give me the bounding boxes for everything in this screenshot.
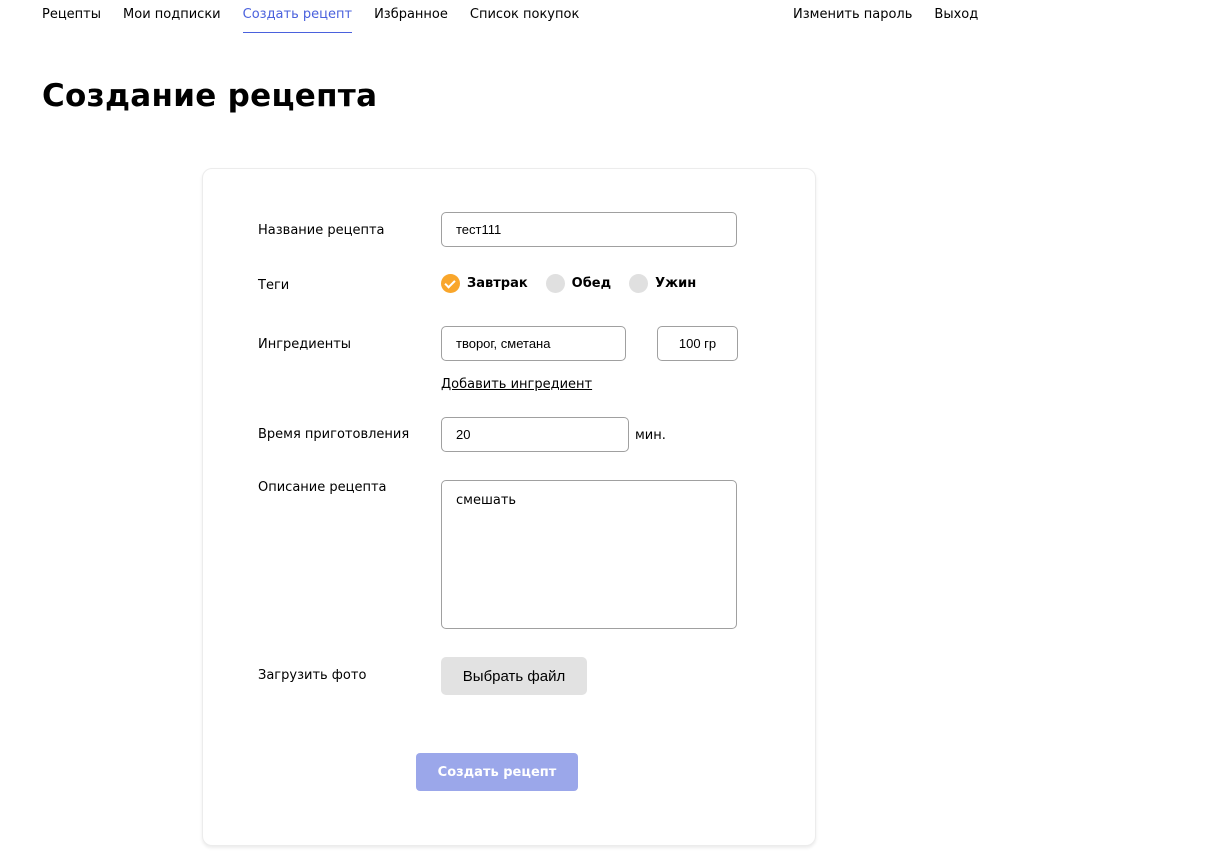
tags-label: Теги bbox=[258, 278, 290, 293]
checkbox-unchecked-icon bbox=[545, 274, 565, 293]
recipe-name-label: Название рецепта bbox=[258, 223, 385, 238]
ingredient-amount-input[interactable] bbox=[657, 326, 738, 361]
add-ingredient-link[interactable]: Добавить ингредиент bbox=[441, 377, 592, 392]
tag-lunch-label: Обед bbox=[571, 276, 612, 291]
tag-dinner-label: Ужин bbox=[655, 276, 697, 291]
main-menu: Рецепты Мои подписки Создать рецепт Избр… bbox=[42, 7, 579, 33]
checkbox-checked-icon bbox=[441, 274, 460, 293]
upload-photo-label: Загрузить фото bbox=[258, 668, 367, 683]
nav-subscriptions[interactable]: Мои подписки bbox=[123, 7, 221, 33]
tag-breakfast[interactable]: Завтрак bbox=[441, 274, 528, 293]
account-menu: Изменить пароль Выход bbox=[793, 7, 978, 32]
description-textarea[interactable]: смешать bbox=[441, 480, 737, 629]
nav-favorites[interactable]: Избранное bbox=[374, 7, 448, 33]
recipe-form-card: Название рецепта Теги Завтрак Обед Ужин … bbox=[202, 168, 816, 846]
description-label: Описание рецепта bbox=[258, 480, 387, 495]
ingredients-label: Ингредиенты bbox=[258, 337, 352, 352]
tag-dinner[interactable]: Ужин bbox=[629, 274, 696, 293]
ingredient-name-input[interactable] bbox=[441, 326, 626, 361]
recipe-name-input[interactable] bbox=[441, 212, 737, 247]
cooking-time-unit: мин. bbox=[635, 428, 666, 443]
tag-breakfast-label: Завтрак bbox=[467, 276, 528, 291]
cooking-time-input[interactable] bbox=[441, 417, 629, 452]
tags-group: Завтрак Обед Ужин bbox=[441, 274, 696, 293]
choose-file-button[interactable]: Выбрать файл bbox=[441, 657, 587, 695]
nav-change-password[interactable]: Изменить пароль bbox=[793, 7, 912, 32]
page-title: Создание рецепта bbox=[42, 78, 378, 114]
tag-lunch[interactable]: Обед bbox=[545, 274, 612, 293]
top-navigation: Рецепты Мои подписки Создать рецепт Избр… bbox=[0, 0, 1222, 36]
nav-create-recipe[interactable]: Создать рецепт bbox=[242, 7, 353, 33]
nav-logout[interactable]: Выход bbox=[934, 7, 978, 32]
nav-recipes[interactable]: Рецепты bbox=[42, 7, 101, 33]
create-recipe-button[interactable]: Создать рецепт bbox=[416, 753, 578, 791]
cooking-time-label: Время приготовления bbox=[258, 427, 410, 442]
nav-shopping-list[interactable]: Список покупок bbox=[470, 7, 579, 33]
checkbox-unchecked-icon bbox=[629, 274, 649, 293]
